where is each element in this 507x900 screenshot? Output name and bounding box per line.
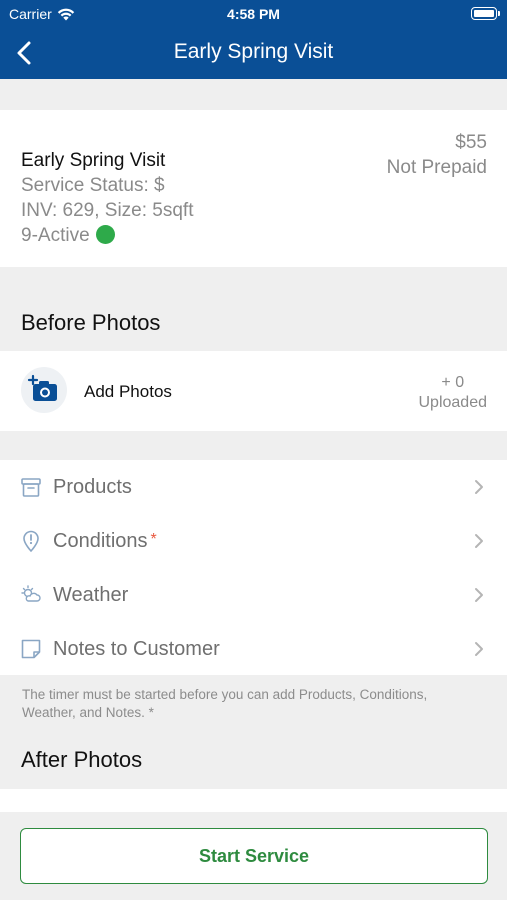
active-status: 9-Active xyxy=(21,225,115,247)
bottom-action-bar: Start Service xyxy=(0,812,507,900)
photo-count-uploaded-label: Uploaded xyxy=(418,394,488,411)
service-detail-menu: Products Conditions * Weather Notes to Cu… xyxy=(0,460,507,675)
menu-item-label: Weather xyxy=(53,584,129,606)
add-before-photos-row[interactable]: Add Photos + 0 Uploaded xyxy=(0,351,507,431)
note-icon xyxy=(21,639,41,659)
menu-item-weather[interactable]: Weather xyxy=(0,568,507,622)
status-bar: Carrier 4:58 PM xyxy=(0,0,507,28)
menu-item-conditions[interactable]: Conditions * xyxy=(0,514,507,568)
add-photos-label: Add Photos xyxy=(84,382,172,401)
timer-requirement-note: The timer must be started before you can… xyxy=(22,687,428,720)
chevron-right-icon xyxy=(475,534,483,548)
after-photos-heading: After Photos xyxy=(21,747,143,772)
menu-item-label: Conditions * xyxy=(53,530,157,552)
menu-item-label: Products xyxy=(53,476,132,498)
required-asterisk: * xyxy=(150,531,157,548)
location-pin-alert-icon xyxy=(23,530,39,552)
photo-upload-count: + 0 Uploaded xyxy=(419,373,488,413)
add-photo-icon[interactable] xyxy=(21,367,67,413)
prepaid-status: Not Prepaid xyxy=(386,157,487,178)
before-photos-heading: Before Photos xyxy=(21,310,161,335)
menu-item-products[interactable]: Products xyxy=(0,460,507,514)
start-service-button[interactable]: Start Service xyxy=(20,828,488,884)
page-title: Early Spring Visit xyxy=(173,40,334,63)
service-name: Early Spring Visit xyxy=(21,150,166,171)
battery-icon xyxy=(471,7,500,20)
clock: 4:58 PM xyxy=(227,6,280,22)
service-status: Service Status: $ xyxy=(21,175,165,196)
menu-item-notes-to-customer[interactable]: Notes to Customer xyxy=(0,622,507,676)
navigation-bar: Early Spring Visit xyxy=(0,28,507,79)
chevron-right-icon xyxy=(475,480,483,494)
menu-item-label: Notes to Customer xyxy=(53,638,220,660)
chevron-right-icon xyxy=(475,642,483,656)
service-price: $55 xyxy=(455,132,487,153)
active-status-label: 9-Active xyxy=(21,225,90,246)
active-status-dot xyxy=(95,225,115,244)
chevron-right-icon xyxy=(475,588,483,602)
photo-count-value: + 0 xyxy=(441,374,465,391)
archive-box-icon xyxy=(21,478,41,497)
service-summary-card: Early Spring Visit Service Status: $ INV… xyxy=(0,110,507,267)
inventory-size: INV: 629, Size: 5sqft xyxy=(21,200,194,221)
weather-cloud-sun-icon xyxy=(21,585,41,602)
